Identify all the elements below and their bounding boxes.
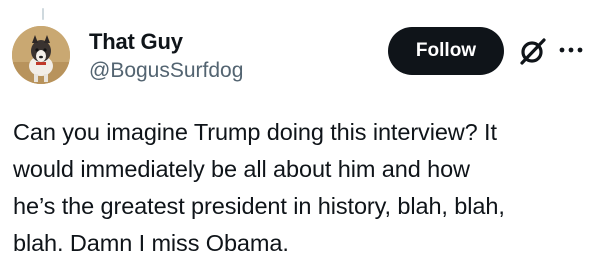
more-dots-icon[interactable]: [556, 38, 586, 62]
avatar-dog-image: [12, 26, 70, 84]
avatar[interactable]: [12, 26, 70, 84]
follow-button[interactable]: Follow: [388, 27, 504, 75]
grok-slash-icon[interactable]: [517, 35, 549, 67]
thread-connector-line: [42, 8, 44, 20]
author-handle[interactable]: @BogusSurfdog: [89, 59, 243, 83]
author-display-name[interactable]: That Guy: [89, 29, 183, 55]
tweet-text: Can you imagine Trump doing this intervi…: [13, 119, 505, 256]
